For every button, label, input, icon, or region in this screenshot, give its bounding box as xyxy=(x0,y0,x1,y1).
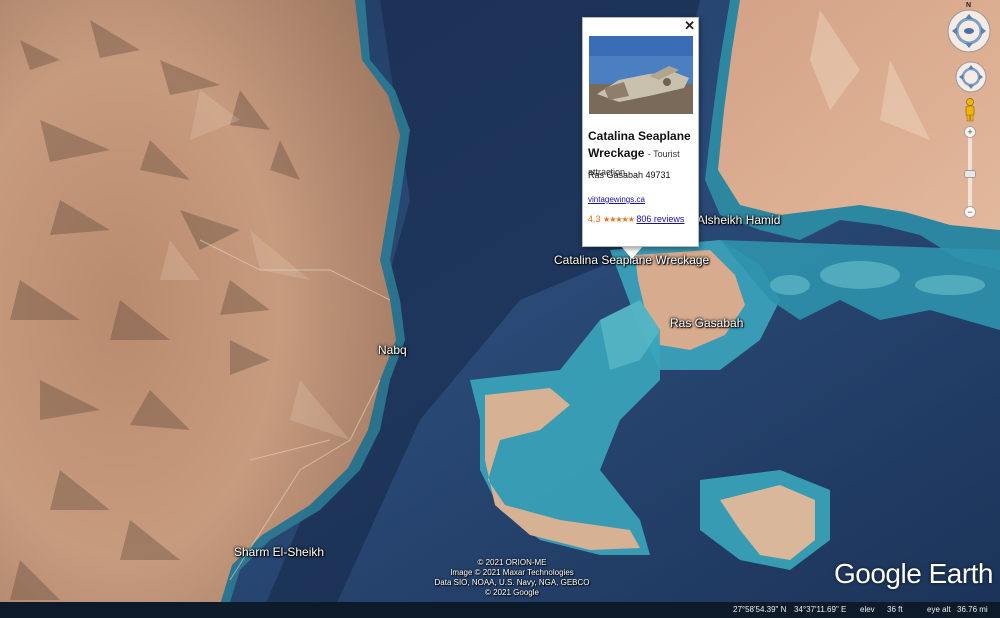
zoom-in-glyph: + xyxy=(967,127,972,137)
attribution-line: Data SIO, NOAA, U.S. Navy, NGA, GEBCO xyxy=(434,578,590,587)
eye-altitude-value: 36.76 mi xyxy=(957,605,988,614)
attribution-line: © 2021 ORION-ME xyxy=(477,558,547,567)
popup-pointer xyxy=(620,245,644,259)
look-control[interactable] xyxy=(946,8,992,54)
move-control[interactable] xyxy=(954,60,988,94)
attribution-line: Image © 2021 Maxar Technologies xyxy=(450,568,574,577)
longitude-readout: 34°37'11.69" E xyxy=(794,605,847,614)
place-photo[interactable] xyxy=(589,36,693,114)
label-sharm-el-sheikh[interactable]: Sharm El-Sheikh xyxy=(234,545,324,559)
attribution-line: © 2021 Google xyxy=(485,588,539,597)
zoom-out-glyph: − xyxy=(967,207,972,217)
street-view-pegman-icon[interactable] xyxy=(963,98,977,122)
zoom-slider-thumb[interactable] xyxy=(964,170,976,178)
label-ras-gasabah[interactable]: Ras Gasabah xyxy=(670,316,743,330)
label-nabq[interactable]: Nabq xyxy=(378,343,407,357)
rating-stars-icon: ★★★★★ xyxy=(603,215,635,224)
reviews-link[interactable]: 806 reviews xyxy=(636,214,684,224)
label-alsheikh-hamid[interactable]: Alsheikh Hamid xyxy=(697,213,780,227)
place-info-popup: ✕ Catalina Seaplane Wreckage - Tourist a… xyxy=(582,17,699,247)
imagery-attribution: © 2021 ORION-ME Image © 2021 Maxar Techn… xyxy=(412,558,612,598)
zoom-in-icon[interactable]: + xyxy=(964,126,976,138)
status-bar: 27°58'54.39" N 34°37'11.69" E elev 36 ft… xyxy=(0,602,1000,618)
google-earth-logo: Google Earth xyxy=(834,558,994,589)
close-icon[interactable]: ✕ xyxy=(684,18,695,34)
satellite-map[interactable] xyxy=(0,0,1000,618)
elevation-value: 36 ft xyxy=(887,605,903,614)
latitude-readout: 27°58'54.39" N xyxy=(733,605,787,614)
zoom-out-icon[interactable]: − xyxy=(964,206,976,218)
rating-value: 4.3 xyxy=(588,214,601,224)
website-link[interactable]: vintagewings.ca xyxy=(588,195,645,204)
eye-altitude-label: eye alt xyxy=(927,605,951,614)
place-address: Ras Gasabah 49731 xyxy=(588,170,671,180)
rating-row: 4.3 ★★★★★ 806 reviews xyxy=(588,214,698,225)
elevation-label: elev xyxy=(860,605,875,614)
